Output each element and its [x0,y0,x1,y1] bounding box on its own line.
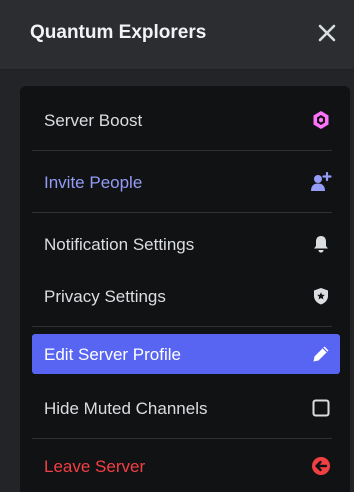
menu-separator [32,326,332,327]
menu-separator [32,212,332,213]
menu-item-label: Invite People [44,173,143,192]
leave-arrow-icon [310,455,332,477]
menu-item-label: Leave Server [44,457,146,476]
menu-item-leave-server[interactable]: Leave Server [32,446,340,486]
close-icon [318,24,336,42]
menu-item-invite-people[interactable]: Invite People [32,162,340,202]
menu-item-notification-settings[interactable]: Notification Settings [32,224,340,264]
menu-item-label: Notification Settings [44,235,195,254]
menu-item-label: Hide Muted Channels [44,399,208,418]
menu-separator [32,150,332,151]
server-header: Quantum Explorers [0,0,354,70]
menu-item-server-boost[interactable]: Server Boost [32,100,340,140]
boost-gem-icon [310,109,332,131]
shield-star-icon [310,285,332,307]
menu-item-label: Server Boost [44,111,143,130]
pencil-icon [310,343,332,365]
menu-item-privacy-settings[interactable]: Privacy Settings [32,276,340,316]
server-dropdown-menu: Server Boost Invite People Notification … [20,86,350,492]
bell-icon [310,233,332,255]
server-menu-screen: Quantum Explorers Server Boost Invite Pe… [0,0,354,492]
menu-separator [32,438,332,439]
menu-item-label: Privacy Settings [44,287,166,306]
menu-item-label: Edit Server Profile [44,345,181,364]
checkbox-icon[interactable] [310,397,332,419]
menu-item-hide-muted-channels[interactable]: Hide Muted Channels [32,388,340,428]
server-name: Quantum Explorers [30,22,207,43]
menu-item-edit-server-profile[interactable]: Edit Server Profile [32,334,340,374]
close-button[interactable] [313,19,341,47]
add-user-icon [310,171,332,193]
